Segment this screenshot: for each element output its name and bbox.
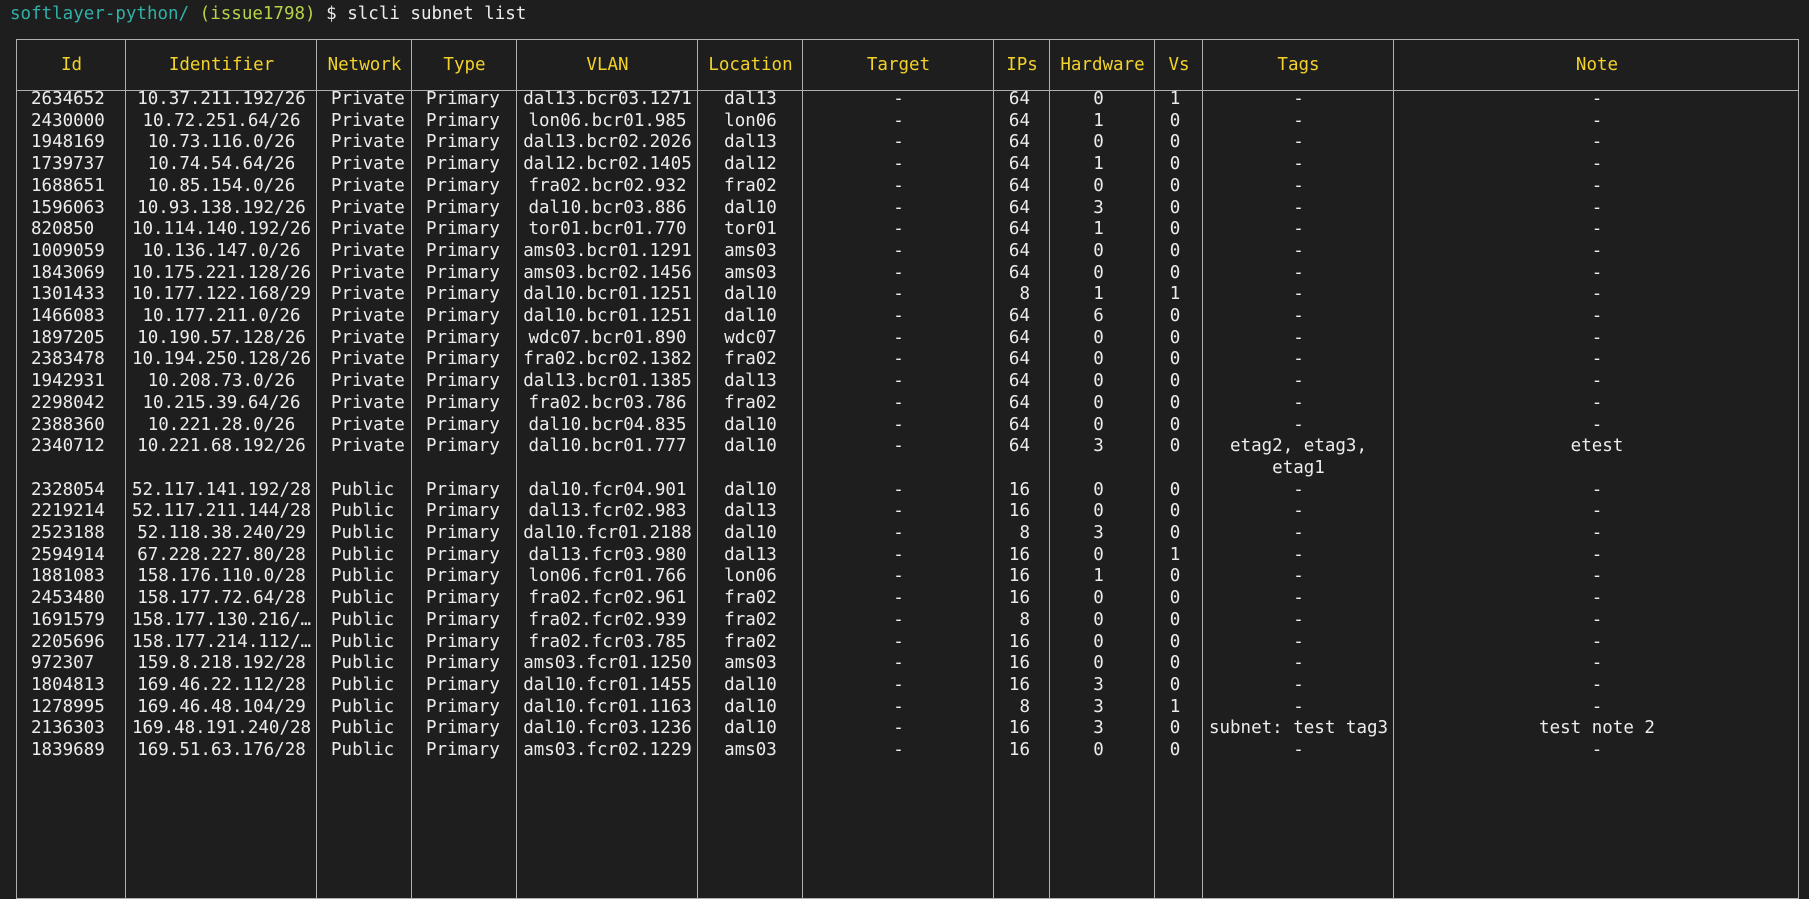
- cell-vlan: ams03.fcr02.1229: [523, 740, 692, 760]
- cell-note: -: [1591, 740, 1603, 760]
- subnet-table: Id Identifier Network Type VLAN Location Targe…: [16, 39, 1799, 899]
- prompt-branch: (issue1798): [199, 4, 316, 24]
- cell-hardware: 0: [1093, 740, 1104, 760]
- cell-ips: 16: [1008, 740, 1030, 760]
- column-header-hardware: Hardware: [1060, 55, 1145, 75]
- column-header-id: Id: [60, 55, 83, 75]
- column-header-note: Note: [1575, 55, 1619, 75]
- cell-network: Public: [331, 740, 395, 760]
- cell-location: ams03: [724, 740, 777, 760]
- prompt-symbol: $: [326, 4, 337, 24]
- column-header-network: Network: [327, 55, 402, 75]
- column-header-tags: Tags: [1277, 55, 1320, 75]
- column-header-type: Type: [443, 55, 486, 75]
- prompt-command[interactable]: slcli subnet list: [347, 4, 526, 24]
- cell-type: Primary: [426, 740, 500, 760]
- column-header-vlan: VLAN: [586, 55, 629, 75]
- cell-target: -: [893, 740, 904, 760]
- cell-identifier: 169.51.63.176/28: [137, 740, 306, 760]
- column-header-identifier: Identifier: [168, 55, 275, 75]
- cell-vs: 0: [1169, 740, 1181, 760]
- column-header-vs: Vs: [1168, 55, 1190, 75]
- cell-id: 1839689: [31, 740, 105, 760]
- column-header-ips: IPs: [1006, 55, 1038, 75]
- table-row: 1839689 169.51.63.176/28 Public Primary ams0…: [17, 738, 1798, 763]
- prompt-path: softlayer-python/: [10, 4, 190, 24]
- column-header-target: Target: [866, 55, 931, 75]
- cell-tags: -: [1293, 740, 1304, 760]
- column-header-location: Location: [708, 55, 793, 75]
- terminal-prompt: softlayer-python/ (issue1798) $ slcli su…: [10, 3, 526, 25]
